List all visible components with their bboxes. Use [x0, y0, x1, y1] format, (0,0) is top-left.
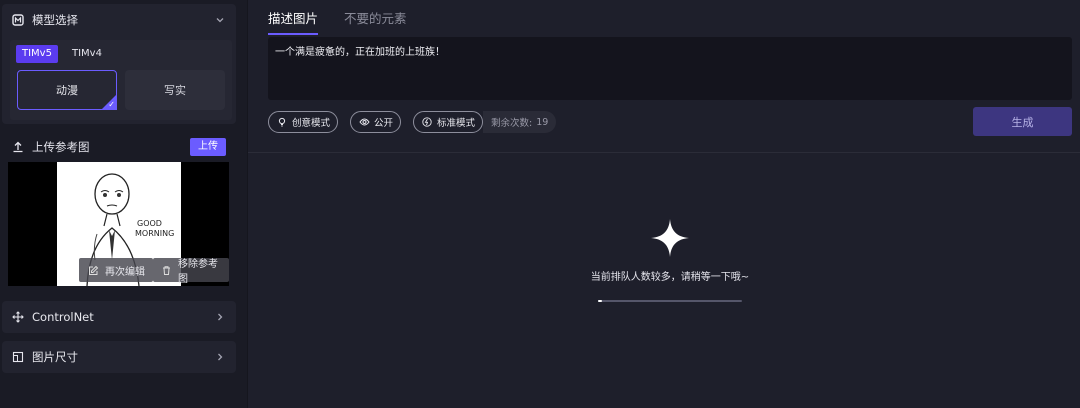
- model-select-header[interactable]: 模型选择: [2, 4, 236, 36]
- chevron-right-icon: [214, 311, 226, 323]
- image-caption-line-1: GOOD: [137, 219, 162, 228]
- creative-mode-label: 创意模式: [292, 118, 331, 129]
- remaining-count: 剩余次数: 19: [483, 111, 557, 133]
- eye-icon: [358, 116, 370, 128]
- remaining-label: 剩余次数:: [491, 118, 533, 129]
- style-anime-label: 动漫: [56, 84, 78, 97]
- remove-reference-button[interactable]: 移除参考图: [153, 258, 229, 285]
- queue-progress-bar: [598, 300, 742, 302]
- model-icon: [12, 14, 24, 26]
- left-panel: 模型选择 TIMv5 TIMv4 动漫 ✓ 写实 上传参考图 上传 GOOD M…: [0, 0, 248, 408]
- model-options: TIMv5 TIMv4 动漫 ✓ 写实: [10, 40, 232, 120]
- public-label: 公开: [374, 118, 394, 129]
- upload-title: 上传参考图: [32, 140, 90, 154]
- generate-button[interactable]: 生成: [973, 107, 1072, 136]
- lightbulb-icon: [276, 116, 288, 128]
- queue-status-text: 当前排队人数较多，请稍等一下哦~: [590, 272, 750, 283]
- trash-icon: [161, 264, 172, 276]
- chevron-down-icon[interactable]: [214, 14, 226, 26]
- standard-mode-label: 标准模式: [437, 118, 476, 129]
- version-timv4[interactable]: TIMv4: [66, 45, 108, 63]
- image-size-row[interactable]: 图片尺寸: [2, 341, 236, 373]
- tab-describe-image[interactable]: 描述图片: [268, 8, 319, 35]
- version-tabs: TIMv5 TIMv4: [16, 45, 108, 63]
- chevron-right-icon: [214, 351, 226, 363]
- upload-header: 上传参考图 上传: [2, 131, 236, 163]
- upload-icon: [12, 141, 24, 153]
- controlnet-row[interactable]: ControlNet: [2, 301, 236, 333]
- public-pill[interactable]: 公开: [350, 111, 402, 133]
- upload-button[interactable]: 上传: [190, 138, 226, 156]
- bolt-icon: [421, 116, 433, 128]
- check-icon: ✓: [108, 100, 115, 109]
- re-edit-label: 再次编辑: [105, 266, 145, 278]
- image-caption-line-2: MORNING: [135, 229, 174, 238]
- remaining-value: 19: [536, 116, 549, 128]
- remove-reference-label: 移除参考图: [178, 259, 218, 285]
- style-realistic-button[interactable]: 写实: [125, 70, 225, 110]
- move-arrows-icon: [12, 311, 24, 323]
- size-frame-icon: [12, 351, 24, 363]
- prompt-tabs: 描述图片 不要的元素: [268, 8, 407, 35]
- re-edit-button[interactable]: 再次编辑: [79, 258, 153, 282]
- sparkle-icon: [651, 219, 689, 257]
- style-anime-button[interactable]: 动漫 ✓: [17, 70, 117, 110]
- queue-progress-fill: [598, 300, 603, 302]
- creative-mode-pill[interactable]: 创意模式: [268, 111, 339, 133]
- controlnet-title: ControlNet: [32, 310, 94, 324]
- prompt-textarea[interactable]: 一个满是疲惫的，正在加班的上班族！: [268, 37, 1072, 100]
- reference-preview: GOOD MORNING 再次编辑 移除参考图: [8, 162, 229, 286]
- divider: [248, 152, 1080, 153]
- tab-negative-elements[interactable]: 不要的元素: [344, 8, 407, 35]
- image-size-title: 图片尺寸: [32, 350, 78, 364]
- style-realistic-label: 写实: [164, 84, 186, 97]
- model-select-card: 模型选择 TIMv5 TIMv4 动漫 ✓ 写实: [2, 4, 236, 124]
- model-select-title: 模型选择: [32, 13, 78, 27]
- edit-icon: [87, 264, 99, 276]
- version-timv5[interactable]: TIMv5: [16, 45, 58, 63]
- standard-mode-pill[interactable]: 标准模式: [413, 111, 484, 133]
- mode-pills: 创意模式 公开 标准模式 剩余次数: 19: [268, 111, 557, 133]
